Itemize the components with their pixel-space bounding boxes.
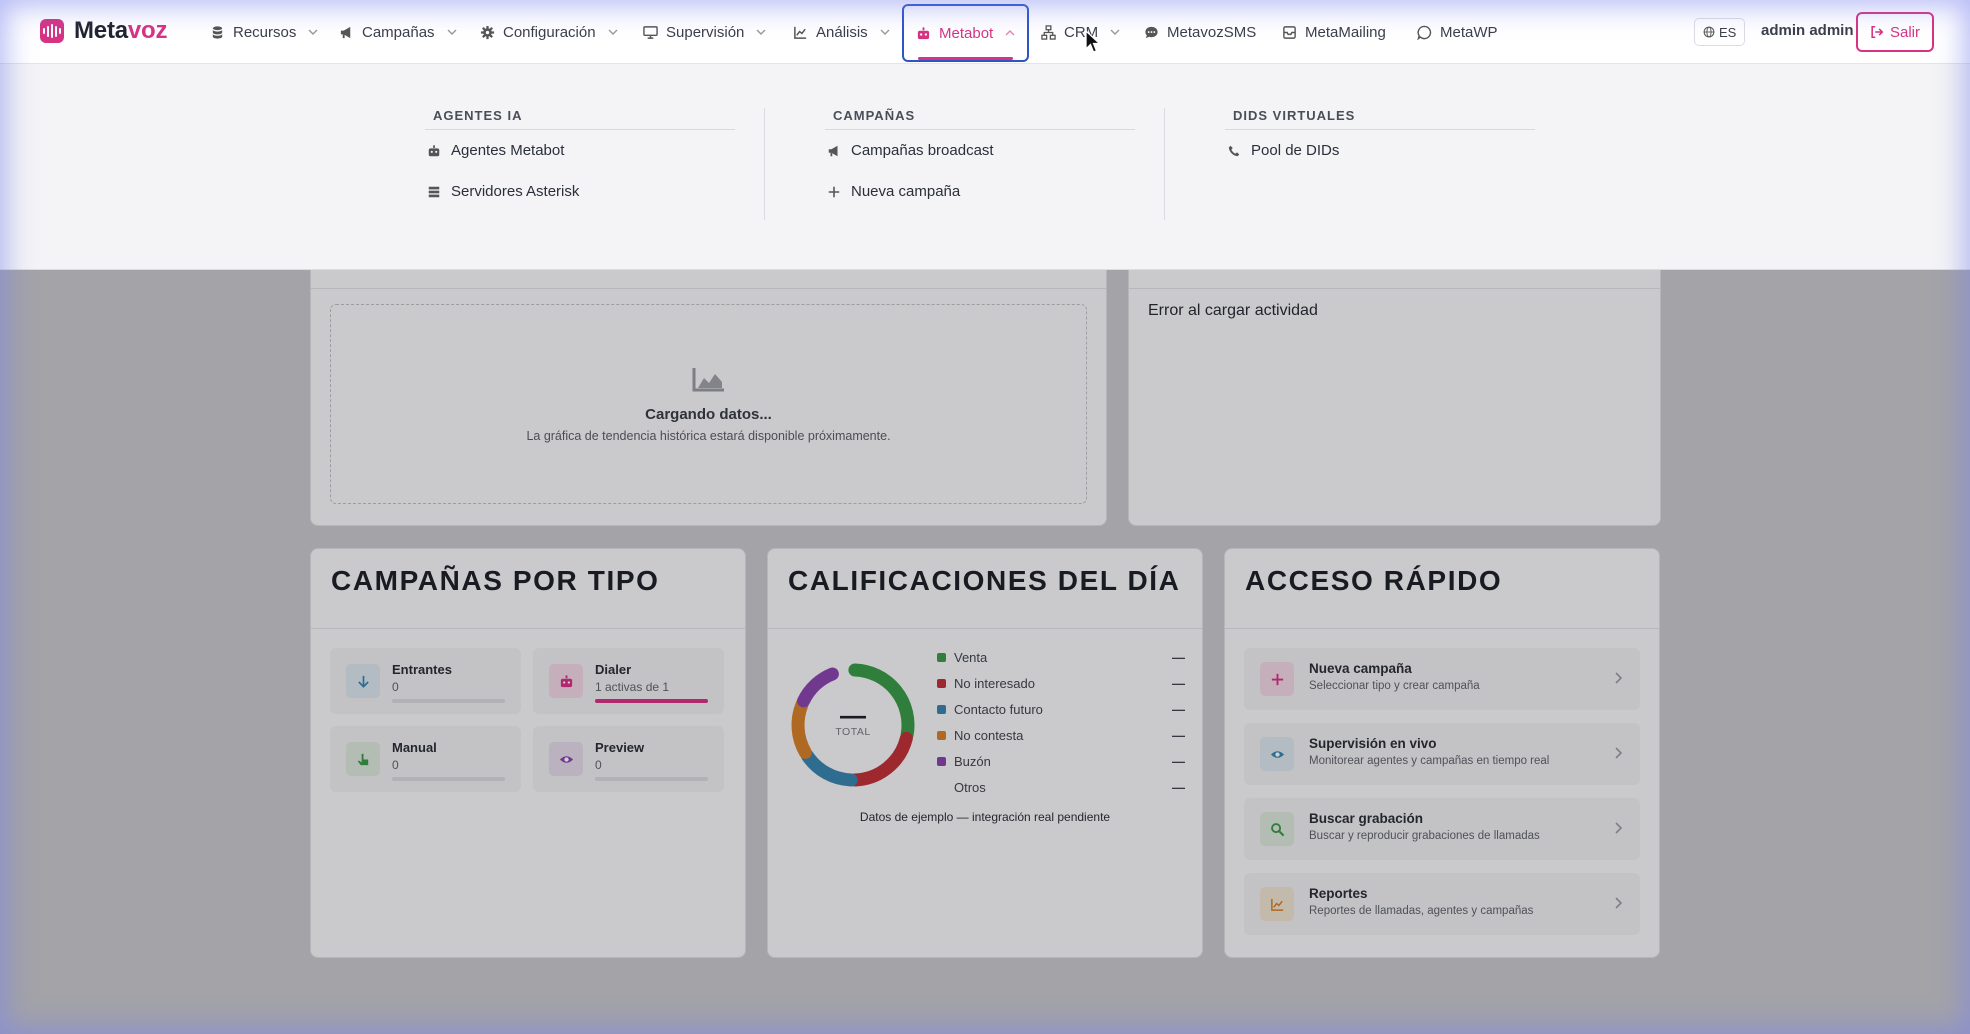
nav-metawp-label: MetaWP [1440,23,1498,41]
phone-volume-icon [1228,145,1240,156]
nav-metavozsms-label: MetavozSMS [1167,23,1257,41]
mega-heading: DIDS VIRTUALES [1225,108,1535,130]
menu-item-servidores-asterisk[interactable]: Servidores Asterisk [425,171,735,212]
menu-item-label: Campañas broadcast [851,142,994,159]
sign-out-icon [1871,25,1884,39]
nav-configuracion[interactable]: Configuración [480,0,618,64]
user-name[interactable]: admin admin [1761,22,1854,39]
logout-label: Salir [1890,23,1921,41]
mouse-cursor-icon [1085,30,1101,53]
logout-button[interactable]: Salir [1856,12,1935,52]
nav-campanas[interactable]: Campañas [339,0,457,64]
nav-metavozsms[interactable]: MetavozSMS [1144,0,1256,64]
chevron-up-icon [1005,30,1015,36]
megaphone-icon [340,26,351,38]
nav-crm[interactable]: CRM [1041,0,1120,64]
mega-heading: CAMPAÑAS [825,108,1135,130]
bar-chart-icon [794,26,807,39]
top-navbar: Metavoz Recursos Campañas Configuración … [0,0,1970,64]
nav-supervision[interactable]: Supervisión [643,0,766,64]
waveform-logo-icon [40,19,64,43]
menu-item-nueva-campana[interactable]: Nueva campaña [825,171,1135,212]
robot-icon [917,26,930,39]
menu-item-label: Agentes Metabot [451,142,565,159]
nav-analisis-label: Análisis [816,23,868,41]
gear-icon [480,25,495,39]
menu-item-pool-dids[interactable]: Pool de DIDs [1225,130,1535,171]
brand-name-main: Meta [74,17,128,44]
mega-heading: AGENTES IA [425,108,735,130]
chevron-down-icon [608,29,618,35]
mega-col-dids: DIDS VIRTUALES Pool de DIDs [1225,108,1535,171]
menu-item-agentes-metabot[interactable]: Agentes Metabot [425,130,735,171]
chevron-down-icon [880,29,890,35]
nav-recursos[interactable]: Recursos [210,0,318,64]
nav-configuracion-label: Configuración [503,23,596,41]
menu-item-label: Servidores Asterisk [451,183,580,200]
chevron-down-icon [308,29,318,35]
nav-metamailing[interactable]: MetaMailing [1282,0,1386,64]
nav-metamailing-label: MetaMailing [1305,23,1386,41]
language-label: ES [1719,24,1737,40]
brand-name: Metavoz [74,17,168,45]
nav-metabot[interactable]: Metabot [902,4,1030,62]
nav-analisis[interactable]: Análisis [793,0,890,64]
mega-col-campanas: CAMPAÑAS Campañas broadcast Nueva campañ… [825,108,1135,212]
metabot-mega-menu: AGENTES IA Agentes Metabot Servidores As… [0,64,1970,270]
chevron-down-icon [1110,29,1120,35]
nav-campanas-label: Campañas [362,23,435,41]
nav-supervision-label: Supervisión [666,23,745,41]
menu-item-label: Nueva campaña [851,183,961,200]
robot-icon [428,144,440,156]
nav-recursos-label: Recursos [233,23,297,41]
chevron-down-icon [447,29,457,35]
server-icon [428,186,440,197]
mega-col-agentes-ia: AGENTES IA Agentes Metabot Servidores As… [425,108,735,212]
sitemap-icon [1041,24,1056,40]
mega-divider [764,108,765,220]
menu-item-label: Pool de DIDs [1251,142,1340,159]
language-selector[interactable]: ES [1694,18,1746,46]
nav-metabot-label: Metabot [939,24,994,42]
plus-icon [828,186,840,197]
globe-icon [1703,26,1715,38]
brand[interactable]: Metavoz [40,17,168,45]
sms-bubble-icon [1145,26,1158,38]
mega-divider [1164,108,1165,220]
mail-icon [1283,25,1296,39]
monitor-icon [643,25,658,39]
chevron-down-icon [756,29,766,35]
menu-item-campanas-broadcast[interactable]: Campañas broadcast [825,130,1135,171]
database-icon [212,25,223,39]
chat-bubble-icon [1417,25,1432,40]
nav-metawp[interactable]: MetaWP [1417,0,1498,64]
brand-name-accent: voz [127,17,168,44]
megaphone-icon [828,145,838,156]
